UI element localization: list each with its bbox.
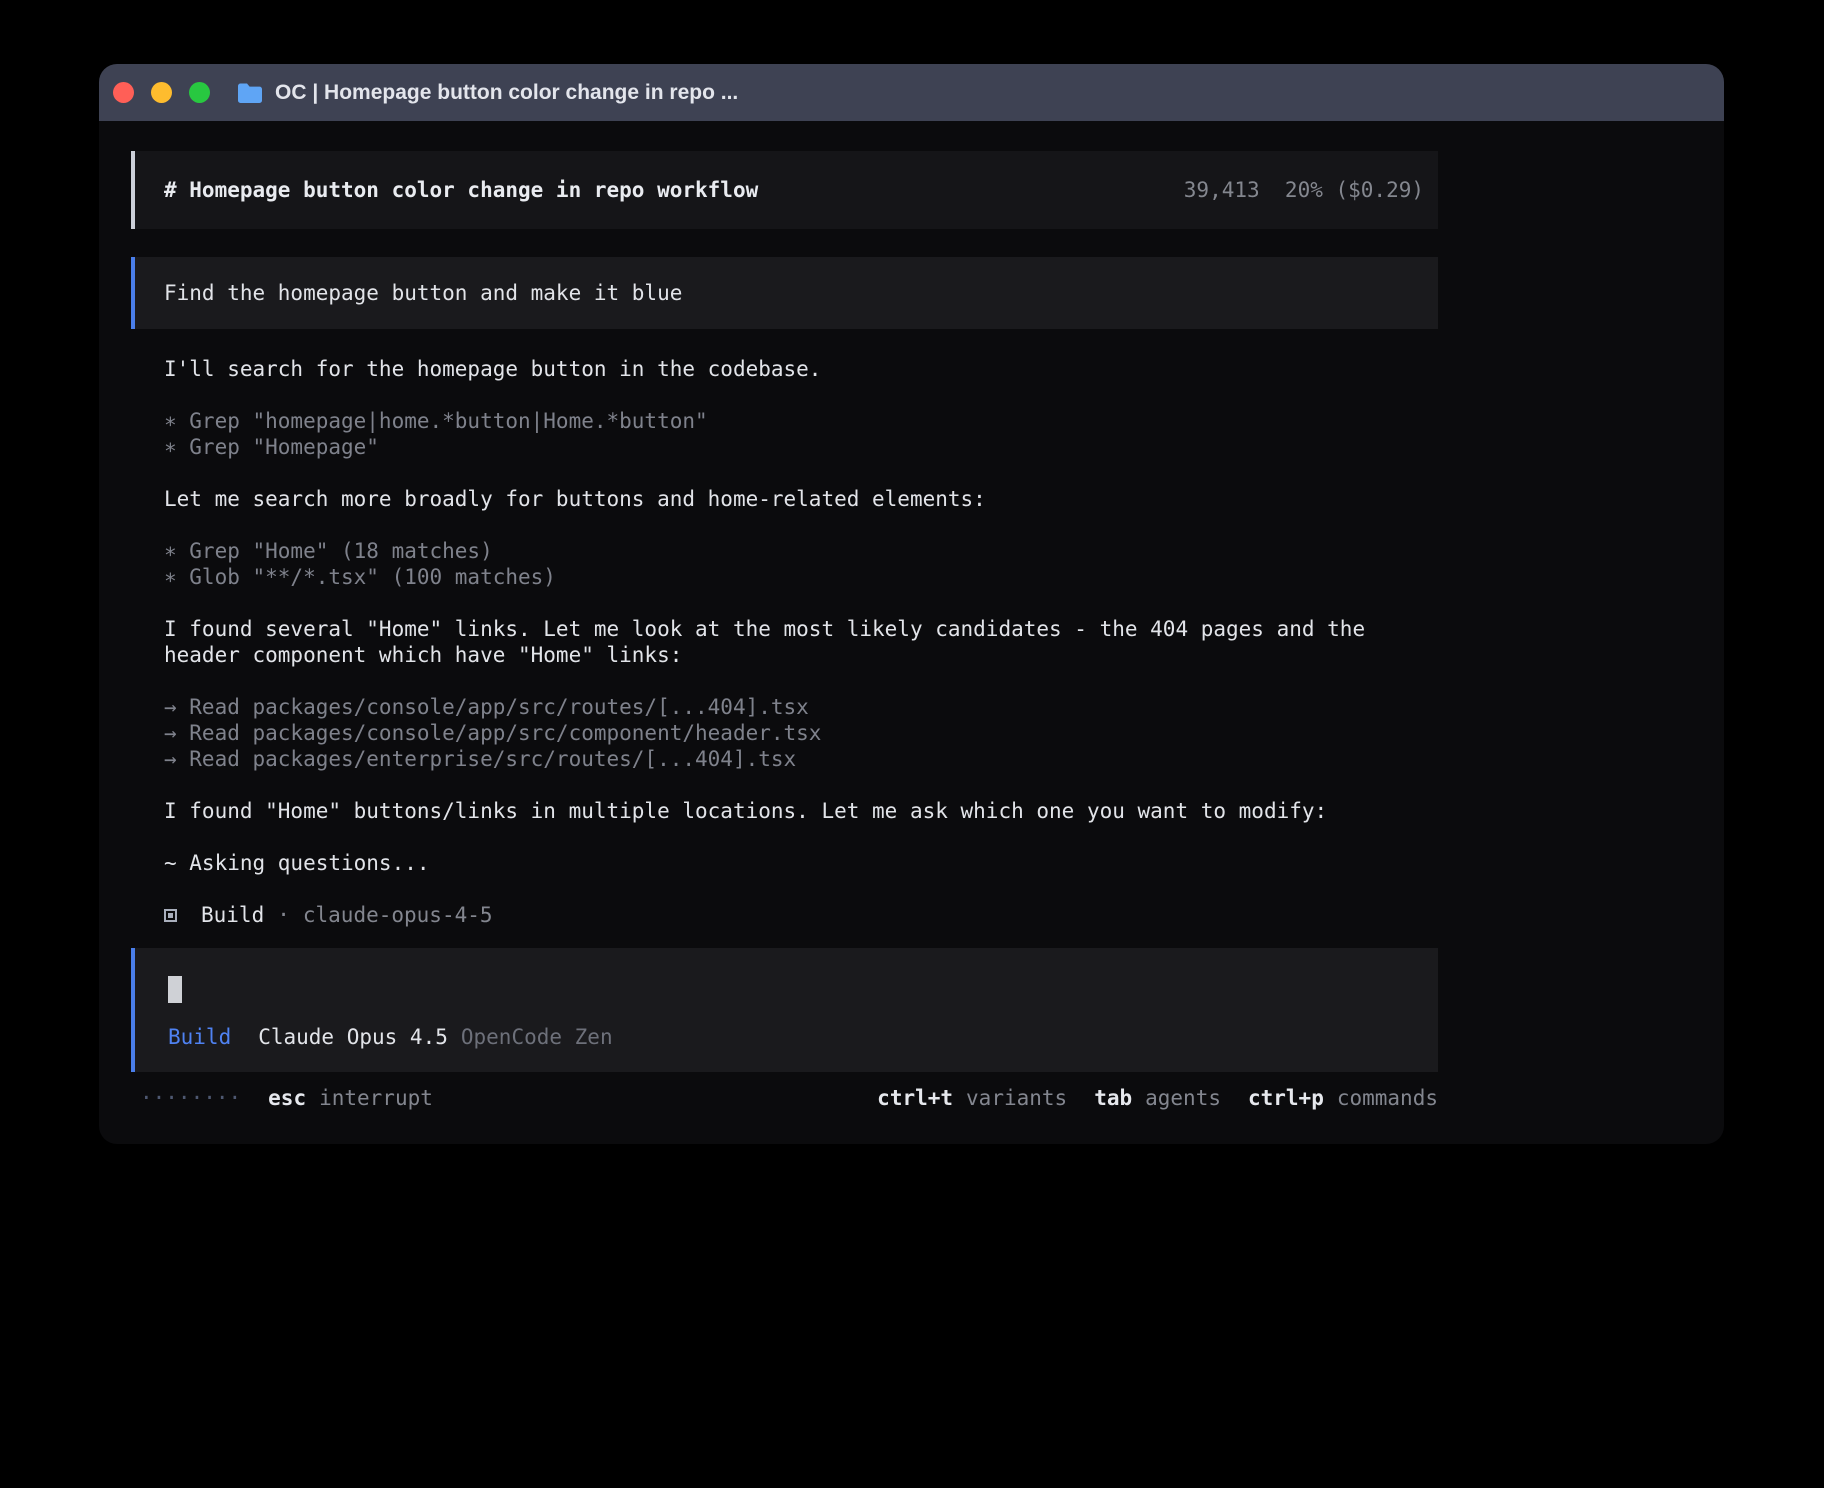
esc-key-hint: esc — [268, 1086, 306, 1110]
hint-variants-key: ctrl+t — [877, 1086, 953, 1110]
assistant-text-line: I found "Home" buttons/links in multiple… — [164, 798, 1405, 824]
agent-name: Build — [201, 902, 264, 928]
tool-call-grep: ∗ Grep "Home" (18 matches) — [164, 538, 1405, 564]
minimize-button[interactable] — [151, 82, 172, 103]
input-status-bar: Build Claude Opus 4.5 OpenCode Zen — [168, 1025, 1438, 1049]
tool-call-read: → Read packages/enterprise/src/routes/[.… — [164, 746, 1405, 772]
text-cursor — [168, 976, 182, 1003]
tool-call-grep: ∗ Grep "Homepage" — [164, 434, 1405, 460]
assistant-status-line: ~ Asking questions... — [164, 850, 1405, 876]
provider-name: OpenCode Zen — [461, 1025, 613, 1049]
footer-left: ········ esc interrupt — [131, 1086, 433, 1110]
tool-call-read: → Read packages/console/app/src/routes/[… — [164, 694, 1405, 720]
hint-agents-key: tab — [1094, 1086, 1132, 1110]
agent-separator: · — [277, 902, 290, 928]
titlebar[interactable]: OC | Homepage button color change in rep… — [99, 64, 1724, 121]
status-footer: ········ esc interrupt ctrl+t variants t… — [131, 1086, 1438, 1110]
hint-commands-label: commands — [1337, 1086, 1438, 1110]
user-message: Find the homepage button and make it blu… — [131, 257, 1438, 329]
session-stats: 39,413 20% ($0.29) — [1184, 178, 1424, 202]
assistant-response: I'll search for the homepage button in t… — [131, 356, 1405, 928]
folder-icon — [237, 82, 263, 103]
assistant-text-line: Let me search more broadly for buttons a… — [164, 486, 1405, 512]
agent-mode-badge[interactable]: Build — [168, 1025, 231, 1049]
window-title: OC | Homepage button color change in rep… — [275, 81, 738, 105]
hint-variants-label: variants — [966, 1086, 1067, 1110]
tool-call-glob: ∗ Glob "**/*.tsx" (100 matches) — [164, 564, 1405, 590]
agent-status-line: Build · claude-opus-4-5 — [164, 902, 1405, 928]
session-title: # Homepage button color change in repo w… — [164, 178, 758, 202]
traffic-lights — [113, 82, 210, 103]
model-name[interactable]: Claude Opus 4.5 — [258, 1025, 448, 1049]
tool-call-grep: ∗ Grep "homepage|home.*button|Home.*butt… — [164, 408, 1405, 434]
close-button[interactable] — [113, 82, 134, 103]
hint-commands-key: ctrl+p — [1248, 1086, 1324, 1110]
tool-call-read: → Read packages/console/app/src/componen… — [164, 720, 1405, 746]
assistant-text-line: I'll search for the homepage button in t… — [164, 356, 1405, 382]
agent-model: claude-opus-4-5 — [303, 902, 493, 928]
hint-agents-label: agents — [1145, 1086, 1221, 1110]
desktop-background: OC | Homepage button color change in rep… — [0, 0, 1824, 1488]
terminal-window: OC | Homepage button color change in rep… — [99, 64, 1724, 1144]
session-header: # Homepage button color change in repo w… — [131, 151, 1438, 229]
user-message-text: Find the homepage button and make it blu… — [164, 281, 682, 305]
prompt-input[interactable]: Build Claude Opus 4.5 OpenCode Zen — [131, 948, 1438, 1072]
spinner-dots: ········ — [140, 1086, 241, 1110]
agent-status-icon — [164, 909, 177, 922]
esc-key-label: interrupt — [319, 1086, 433, 1110]
footer-right: ctrl+t variants tab agents ctrl+p comman… — [877, 1086, 1438, 1110]
assistant-text-line: I found several "Home" links. Let me loo… — [164, 616, 1405, 668]
zoom-button[interactable] — [189, 82, 210, 103]
terminal-content: # Homepage button color change in repo w… — [131, 151, 1438, 1110]
